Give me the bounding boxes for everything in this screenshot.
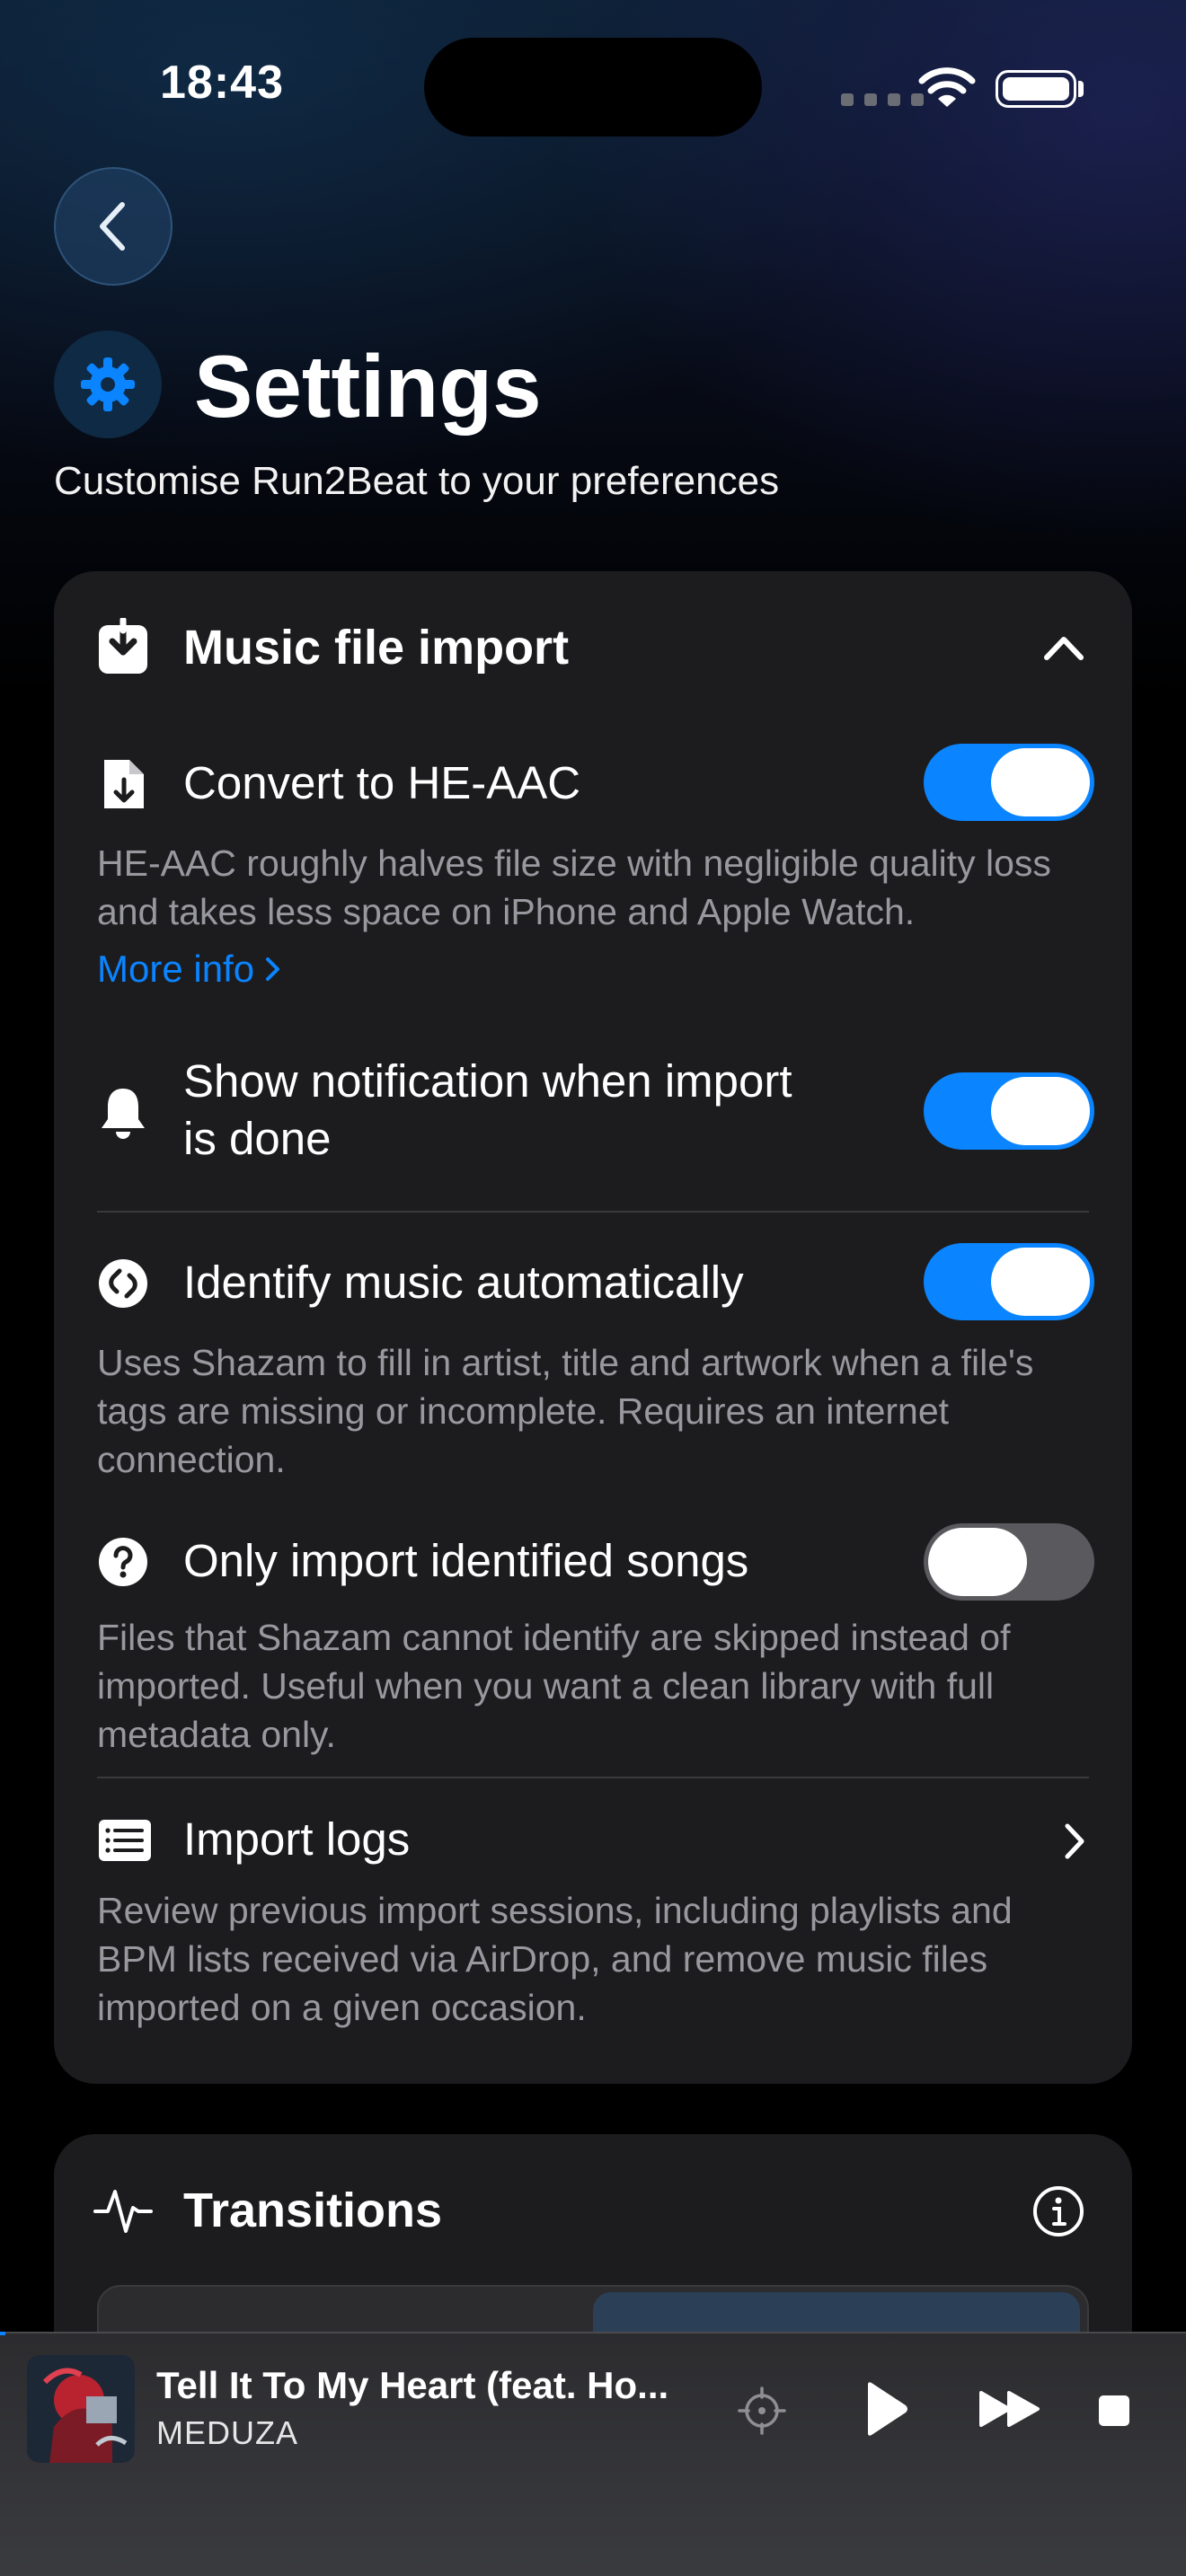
play-button[interactable] — [857, 2377, 915, 2441]
only-identified-toggle[interactable] — [924, 1523, 1094, 1601]
crosshair-icon — [738, 2386, 786, 2435]
only-identified-description: Files that Shazam cannot identify are sk… — [97, 1617, 1011, 1755]
more-info-label: More info — [97, 948, 255, 990]
import-logs-description: Review previous import sessions, includi… — [97, 1890, 1013, 2028]
notification-label-line2: is done — [183, 1113, 332, 1164]
gear-icon — [81, 357, 135, 411]
info-icon — [1033, 2186, 1084, 2236]
track-artist: MEDUZA — [156, 2414, 298, 2451]
album-artwork — [27, 2355, 135, 2463]
chevron-right-icon — [1057, 1820, 1093, 1863]
music-import-title: Music file import — [183, 621, 570, 675]
convert-he-aac-description: HE-AAC roughly halves file size with neg… — [97, 842, 1051, 932]
stop-icon — [1099, 2395, 1129, 2426]
status-time: 18:43 — [160, 57, 284, 109]
identify-music-label: Identify music automatically — [183, 1257, 744, 1308]
bell-icon — [97, 1083, 149, 1141]
cellular-signal-icon — [841, 93, 924, 106]
wifi-icon — [918, 67, 976, 107]
only-identified-label: Only import identified songs — [183, 1535, 749, 1586]
settings-badge — [54, 331, 162, 438]
identify-music-description: Uses Shazam to fill in artist, title and… — [97, 1342, 1034, 1480]
stop-button[interactable] — [1094, 2391, 1134, 2430]
battery-icon — [996, 70, 1076, 108]
list-icon — [97, 1818, 153, 1863]
battery-cap — [1078, 81, 1084, 97]
back-button[interactable] — [54, 167, 173, 286]
shazam-icon — [97, 1257, 149, 1310]
divider — [97, 1211, 1089, 1213]
fast-forward-icon — [979, 2391, 1040, 2427]
dynamic-island — [424, 38, 762, 137]
more-info-link[interactable]: More info — [97, 945, 283, 993]
locate-track-button[interactable] — [733, 2382, 791, 2439]
info-button[interactable] — [1030, 2183, 1087, 2240]
page-title: Settings — [194, 337, 542, 436]
skip-forward-button[interactable] — [974, 2386, 1046, 2432]
chevron-left-icon — [100, 202, 125, 251]
convert-he-aac-toggle[interactable] — [924, 744, 1094, 821]
play-icon — [868, 2382, 907, 2436]
convert-he-aac-label: Convert to HE-AAC — [183, 757, 581, 808]
question-mark-icon — [97, 1536, 149, 1588]
chevron-up-icon — [1044, 637, 1084, 660]
playback-progress — [0, 2332, 5, 2335]
page-subtitle: Customise Run2Beat to your preferences — [54, 459, 780, 503]
import-tray-icon — [97, 618, 149, 675]
transitions-title: Transitions — [183, 2183, 443, 2237]
collapse-section-button[interactable] — [1037, 625, 1091, 670]
notification-toggle[interactable] — [924, 1072, 1094, 1150]
pulse-waveform-icon — [93, 2181, 153, 2238]
track-title: Tell It To My Heart (feat. Ho... — [156, 2364, 669, 2406]
notification-label: Show notification when import is done — [183, 1053, 866, 1168]
document-download-icon — [101, 756, 147, 812]
import-logs-label: Import logs — [183, 1813, 411, 1865]
chevron-right-icon — [266, 957, 280, 981]
notification-label-line1: Show notification when import — [183, 1055, 792, 1107]
identify-music-toggle[interactable] — [924, 1243, 1094, 1320]
